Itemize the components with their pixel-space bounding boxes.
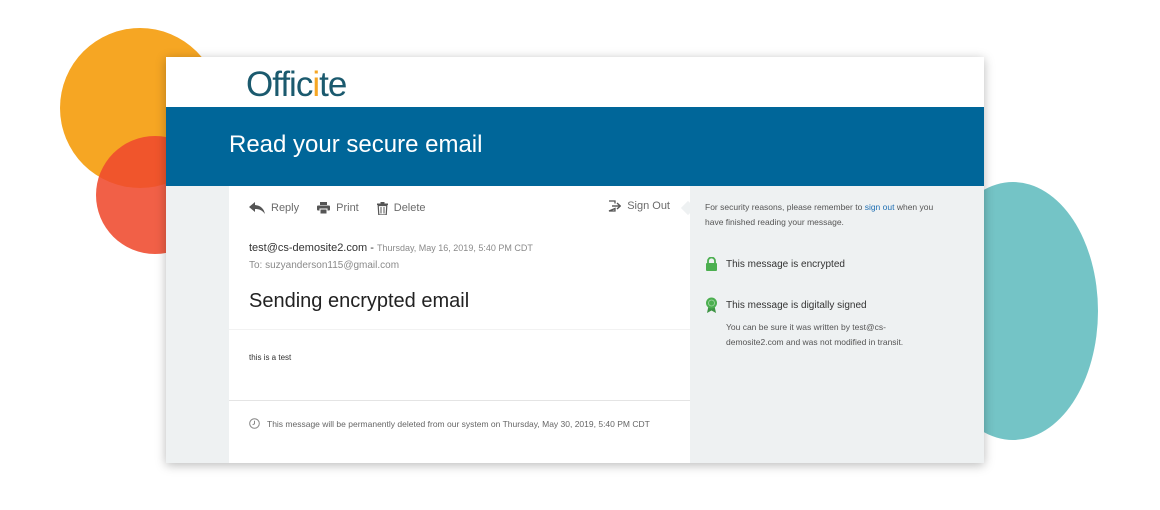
logo-bar: Officite bbox=[166, 57, 984, 107]
sender-address: test@cs-demosite2.com bbox=[249, 242, 368, 254]
trash-icon bbox=[376, 201, 388, 215]
message-footer: This message will be permanently deleted… bbox=[229, 400, 690, 463]
message-header-from: test@cs-demosite2.com - Thursday, May 16… bbox=[249, 242, 533, 254]
signed-status: This message is digitally signed bbox=[705, 297, 867, 313]
reply-icon bbox=[249, 202, 265, 214]
security-sidebar: For security reasons, please remember to… bbox=[705, 186, 984, 463]
delete-button[interactable]: Delete bbox=[376, 201, 426, 215]
message-toolbar: Reply Print Delete bbox=[249, 200, 426, 216]
content-area: Reply Print Delete Sign Out test@cs-demo… bbox=[166, 186, 984, 463]
divider bbox=[229, 329, 690, 330]
sent-date: Thursday, May 16, 2019, 5:40 PM CDT bbox=[376, 243, 533, 253]
print-button[interactable]: Print bbox=[317, 202, 359, 214]
page-title: Read your secure email bbox=[229, 131, 483, 158]
signature-detail: You can be sure it was written by test@c… bbox=[726, 322, 904, 347]
message-body: this is a test bbox=[249, 353, 292, 362]
sign-out-icon bbox=[608, 200, 622, 212]
officite-logo: Officite bbox=[246, 65, 347, 104]
page-banner: Read your secure email bbox=[166, 107, 984, 186]
lock-icon bbox=[706, 257, 717, 271]
secure-email-window: Officite Read your secure email Reply Pr… bbox=[166, 57, 984, 463]
encrypted-status: This message is encrypted bbox=[705, 257, 845, 271]
recipient-line: To: suzyanderson115@gmail.com bbox=[249, 260, 400, 271]
clock-icon bbox=[249, 418, 260, 429]
message-subject: Sending encrypted email bbox=[249, 290, 470, 312]
reply-button[interactable]: Reply bbox=[249, 202, 299, 214]
printer-icon bbox=[317, 202, 331, 214]
sign-out-link[interactable]: sign out bbox=[865, 202, 895, 212]
expiry-notice: This message will be permanently deleted… bbox=[249, 418, 650, 429]
sign-out-button[interactable]: Sign Out bbox=[608, 200, 670, 212]
security-notice: For security reasons, please remember to… bbox=[705, 202, 934, 227]
message-card: Reply Print Delete Sign Out test@cs-demo… bbox=[229, 186, 690, 463]
certificate-ribbon-icon bbox=[706, 297, 717, 313]
